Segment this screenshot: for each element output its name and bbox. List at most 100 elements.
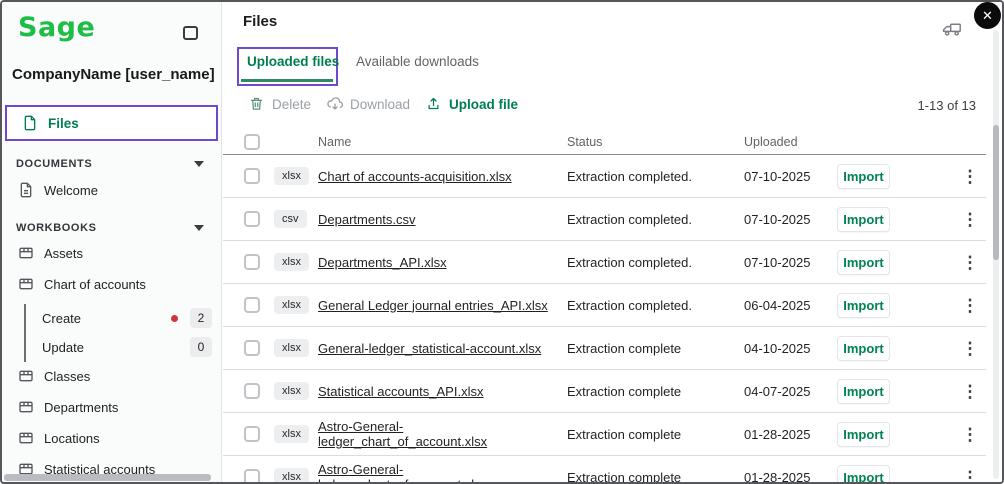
truck-icon[interactable] [942, 21, 961, 37]
kebab-menu-icon[interactable]: ⋮ [962, 340, 979, 357]
row-checkbox[interactable] [244, 168, 260, 184]
table-row: xlsx Departments_API.xlsx Extraction com… [223, 241, 986, 284]
table-header: Name Status Uploaded [223, 129, 986, 155]
status-text: Extraction complete [567, 384, 744, 399]
table-row: xlsx Chart of accounts-acquisition.xlsx … [223, 155, 986, 198]
delete-label: Delete [272, 97, 311, 112]
import-button[interactable]: Import [837, 422, 890, 447]
sidebar-item-update[interactable]: Update 0 [42, 334, 212, 360]
section-workbooks: WORKBOOKS [16, 222, 97, 234]
kebab-menu-icon[interactable]: ⋮ [962, 254, 979, 271]
file-link[interactable]: Departments.csv [318, 212, 567, 227]
delete-button[interactable]: Delete [249, 96, 311, 112]
file-link[interactable]: General Ledger journal entries_API.xlsx [318, 298, 567, 313]
column-header-status: Status [567, 135, 744, 149]
uploaded-date: 01-28-2025 [744, 427, 837, 442]
filetype-badge: xlsx [274, 296, 309, 314]
sidebar-item-label: Classes [44, 369, 90, 384]
select-all-checkbox[interactable] [244, 134, 260, 150]
scrollbar-thumb[interactable] [993, 125, 999, 260]
status-text: Extraction completed. [567, 255, 744, 270]
file-link[interactable]: Astro-General-ledger_chart_of_account.xl… [318, 419, 567, 449]
import-button[interactable]: Import [837, 379, 890, 404]
file-link[interactable]: Astro-General-ledger_chart_of_account.xl… [318, 462, 567, 484]
sidebar-item-label: Welcome [44, 183, 98, 198]
kebab-menu-icon[interactable]: ⋮ [962, 426, 979, 443]
sidebar-item-create[interactable]: Create 2 [42, 305, 212, 331]
file-link[interactable]: General-ledger_statistical-account.xlsx [318, 341, 567, 356]
file-link[interactable]: Chart of accounts-acquisition.xlsx [318, 169, 567, 184]
row-checkbox[interactable] [244, 254, 260, 270]
tab-available-downloads[interactable]: Available downloads [356, 54, 479, 82]
sidebar-item-chart-of-accounts[interactable]: Chart of accounts [2, 270, 221, 298]
sidebar-item-label: Files [48, 116, 79, 131]
workbook-icon [18, 245, 34, 261]
count-badge: 2 [190, 308, 212, 328]
row-checkbox[interactable] [244, 426, 260, 442]
file-icon [22, 115, 38, 131]
sidebar-item-label: Locations [44, 431, 100, 446]
kebab-menu-icon[interactable]: ⋮ [962, 211, 979, 228]
status-text: Extraction completed. [567, 298, 744, 313]
active-tab-underline [241, 79, 333, 82]
kebab-menu-icon[interactable]: ⋮ [962, 383, 979, 400]
import-button[interactable]: Import [837, 465, 890, 484]
horizontal-scrollbar[interactable] [4, 474, 211, 481]
filetype-badge: xlsx [274, 468, 309, 484]
alert-dot-icon [171, 315, 178, 322]
import-button[interactable]: Import [837, 250, 890, 275]
document-icon [18, 182, 34, 198]
sidebar-item-label: Create [42, 311, 81, 326]
sidebar-item-classes[interactable]: Classes [2, 362, 221, 390]
table-row: xlsx Statistical accounts_API.xlsx Extra… [223, 370, 986, 413]
sidebar-item-files[interactable]: Files [5, 105, 218, 141]
download-button[interactable]: Download [327, 96, 410, 112]
row-checkbox[interactable] [244, 383, 260, 399]
upload-file-button[interactable]: Upload file [426, 96, 518, 112]
row-checkbox[interactable] [244, 469, 260, 484]
row-checkbox[interactable] [244, 340, 260, 356]
uploaded-date: 06-04-2025 [744, 298, 837, 313]
tab-uploaded-files[interactable]: Uploaded files [247, 54, 339, 82]
import-button[interactable]: Import [837, 336, 890, 361]
sage-logo: Sage [18, 12, 95, 43]
workbook-icon [18, 430, 34, 446]
sidebar-item-welcome[interactable]: Welcome [2, 176, 221, 204]
filetype-badge: csv [274, 210, 307, 228]
uploaded-date: 04-07-2025 [744, 384, 837, 399]
status-text: Extraction complete [567, 470, 744, 484]
chevron-down-icon[interactable] [194, 225, 204, 231]
filetype-badge: xlsx [274, 425, 309, 443]
pagination-range: 1-13 of 13 [917, 98, 976, 113]
table-row: xlsx General Ledger journal entries_API.… [223, 284, 986, 327]
trash-icon [249, 96, 265, 112]
workbook-icon [18, 368, 34, 384]
file-link[interactable]: Statistical accounts_API.xlsx [318, 384, 567, 399]
sidebar-collapse-icon[interactable] [183, 26, 198, 40]
vertical-scrollbar[interactable] [993, 30, 999, 479]
kebab-menu-icon[interactable]: ⋮ [962, 297, 979, 314]
uploaded-date: 04-10-2025 [744, 341, 837, 356]
close-icon[interactable]: ✕ [974, 2, 1001, 29]
import-button[interactable]: Import [837, 207, 890, 232]
import-button[interactable]: Import [837, 164, 890, 189]
file-link[interactable]: Departments_API.xlsx [318, 255, 567, 270]
row-checkbox[interactable] [244, 211, 260, 227]
sidebar-item-departments[interactable]: Departments [2, 393, 221, 421]
filetype-badge: xlsx [274, 253, 309, 271]
sidebar-item-label: Assets [44, 246, 83, 261]
sidebar-item-label: Update [42, 340, 84, 355]
kebab-menu-icon[interactable]: ⋮ [962, 168, 979, 185]
kebab-menu-icon[interactable]: ⋮ [962, 469, 979, 484]
sidebar-item-assets[interactable]: Assets [2, 239, 221, 267]
column-header-uploaded: Uploaded [744, 135, 837, 149]
row-checkbox[interactable] [244, 297, 260, 313]
chevron-down-icon[interactable] [194, 161, 204, 167]
download-label: Download [350, 97, 410, 112]
status-text: Extraction completed. [567, 212, 744, 227]
import-button[interactable]: Import [837, 293, 890, 318]
workbook-icon [18, 276, 34, 292]
table-row: xlsx Astro-General-ledger_chart_of_accou… [223, 456, 986, 484]
filetype-badge: xlsx [274, 382, 309, 400]
sidebar-item-locations[interactable]: Locations [2, 424, 221, 452]
